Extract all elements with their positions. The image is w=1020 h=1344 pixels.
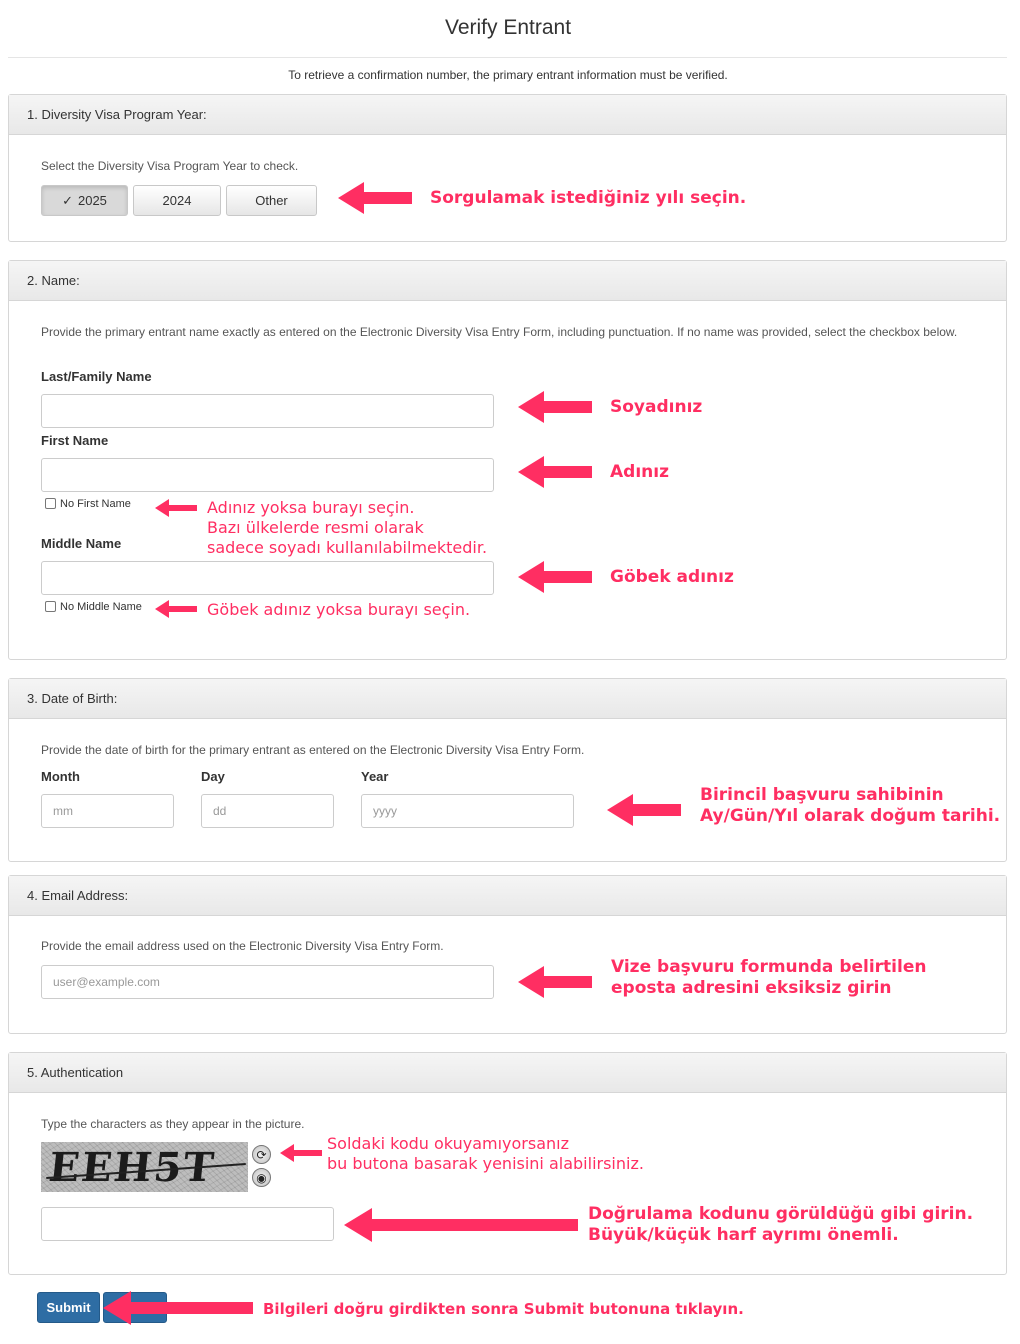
day-label: Day (201, 769, 225, 784)
annotation-arrow-icon (280, 1144, 322, 1162)
year-other-button[interactable]: Other (226, 185, 317, 216)
no-middle-name-label: No Middle Name (60, 601, 142, 613)
middle-name-label: Middle Name (41, 536, 122, 551)
annotation-arrow-icon (518, 966, 592, 998)
annotation-last-name: Soyadınız (610, 397, 703, 417)
captcha-image: EEH5T (41, 1142, 248, 1192)
annotation-dob: Birincil başvuru sahibinin Ay/Gün/Yıl ol… (700, 785, 1001, 826)
annotation-arrow-icon (518, 561, 592, 593)
year-2024-label: 2024 (162, 193, 192, 208)
annotation-no-middle-name: Göbek adınız yoksa burayı seçin. (207, 600, 471, 619)
day-input[interactable]: dd (201, 794, 334, 828)
submit-button[interactable]: Submit (37, 1292, 100, 1323)
last-name-label: Last/Family Name (41, 369, 152, 384)
no-first-name-label: No First Name (60, 498, 131, 510)
annotation-arrow-icon (518, 456, 592, 488)
annotation-no-first-name: Adınız yoksa burayı seçin. Bazı ülkelerd… (207, 498, 488, 557)
dob-panel-heading: 3. Date of Birth: (9, 679, 1006, 719)
no-first-name-checkbox[interactable] (45, 498, 56, 509)
name-panel-heading: 2. Name: (9, 261, 1006, 301)
year-2025-button[interactable]: ✓ 2025 (41, 185, 128, 216)
year-label: Year (361, 769, 389, 784)
first-name-input[interactable] (41, 458, 494, 492)
year-2025-label: 2025 (77, 193, 107, 208)
annotation-arrow-icon (155, 499, 197, 517)
year-help: Select the Diversity Visa Program Year t… (41, 159, 299, 173)
year-input[interactable]: yyyy (361, 794, 574, 828)
check-icon: ✓ (62, 192, 73, 208)
auth-help: Type the characters as they appear in th… (41, 1117, 305, 1131)
annotation-code: Doğrulama kodunu görüldüğü gibi girin. B… (588, 1204, 974, 1245)
page-title: Verify Entrant (444, 16, 572, 39)
annotation-arrow-icon (338, 182, 412, 214)
email-help: Provide the email address used on the El… (41, 939, 444, 953)
dob-panel: 3. Date of Birth: (8, 678, 1007, 862)
annotation-first-name: Adınız (610, 462, 669, 482)
annotation-middle-name: Göbek adınız (610, 567, 734, 587)
annotation-arrow-icon (344, 1208, 578, 1242)
middle-name-input[interactable] (41, 561, 494, 595)
auth-panel-heading: 5. Authentication (9, 1053, 1006, 1093)
annotation-arrow-icon (518, 391, 592, 423)
year-other-label: Other (255, 193, 288, 208)
last-name-input[interactable] (41, 394, 494, 428)
annotation-arrow-icon (155, 600, 197, 618)
month-label: Month (41, 769, 80, 784)
annotation-arrow-icon (607, 794, 681, 826)
email-input[interactable]: user@example.com (41, 965, 494, 999)
refresh-icon: ⟳ (256, 1147, 267, 1162)
captcha-audio-button[interactable]: ◉ (252, 1168, 271, 1187)
divider (8, 57, 1007, 58)
year-2024-button[interactable]: 2024 (133, 185, 221, 216)
annotation-captcha: Soldaki kodu okuyamıyorsanız bu butona b… (327, 1134, 644, 1173)
annotation-year: Sorgulamak istediğiniz yılı seçin. (430, 188, 747, 208)
email-panel-heading: 4. Email Address: (9, 876, 1006, 916)
captcha-refresh-button[interactable]: ⟳ (252, 1145, 271, 1164)
captcha-code-input[interactable] (41, 1207, 334, 1241)
annotation-submit: Bilgileri doğru girdikten sonra Submit b… (263, 1300, 744, 1318)
year-panel-heading: 1. Diversity Visa Program Year: (9, 95, 1006, 135)
month-input[interactable]: mm (41, 794, 174, 828)
dob-help: Provide the date of birth for the primar… (41, 743, 585, 757)
first-name-label: First Name (41, 433, 109, 448)
no-middle-name-checkbox[interactable] (45, 601, 56, 612)
name-help: Provide the primary entrant name exactly… (41, 325, 958, 339)
annotation-email: Vize başvuru formunda belirtilen eposta … (611, 957, 927, 998)
audio-icon: ◉ (256, 1170, 267, 1185)
intro-text: To retrieve a confirmation number, the p… (288, 68, 728, 82)
annotation-arrow-icon (103, 1291, 253, 1325)
